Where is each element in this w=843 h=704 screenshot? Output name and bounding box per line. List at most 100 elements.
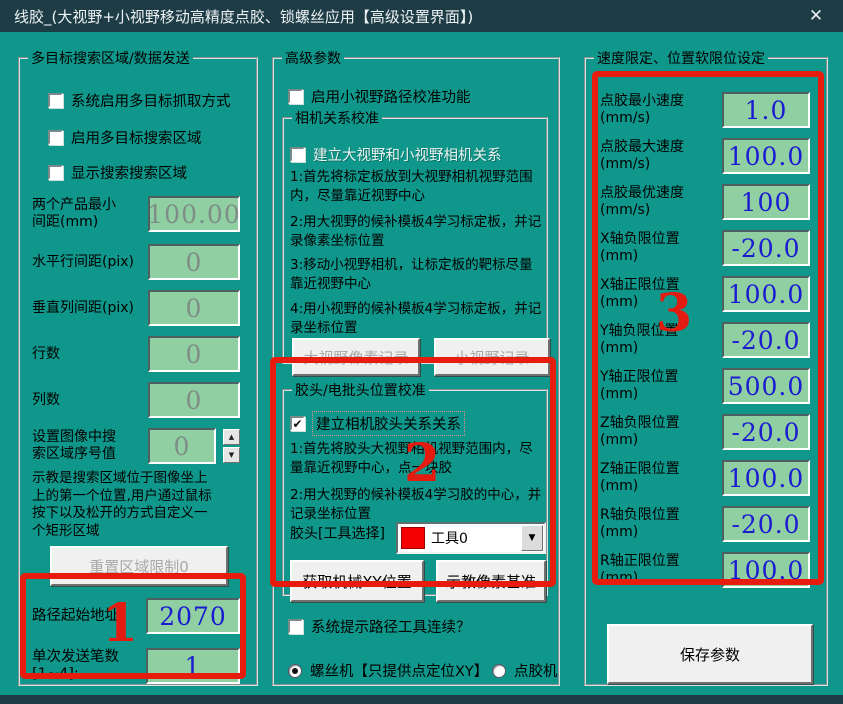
param-label: Y轴负限位置 (mm) bbox=[600, 323, 722, 357]
h-row-spacing-field[interactable]: 0 bbox=[148, 244, 240, 280]
checkbox-row: ✔ 建立相机胶头关系关系 bbox=[290, 412, 464, 435]
group-multi-target-search: 多目标搜索区域/数据发送 系统启用多目标抓取方式 启用多目标搜索区域 显示搜索搜… bbox=[18, 48, 258, 686]
check-icon: ✔ bbox=[292, 418, 302, 430]
z-neg-limit-field[interactable]: -20.0 bbox=[722, 414, 810, 450]
radio-screw-machine[interactable] bbox=[288, 664, 302, 678]
param-row: Y轴负限位置 (mm) -20.0 bbox=[600, 322, 810, 358]
radio-row: 螺丝机【只提供点定位XY】 bbox=[288, 660, 488, 681]
param-label: X轴负限位置 (mm) bbox=[600, 231, 722, 265]
param-label: Y轴正限位置 (mm) bbox=[600, 369, 722, 403]
checkbox-row: 建立大视野和小视野相机关系 bbox=[290, 144, 502, 165]
group-camera-calibration: 相机关系校准 建立大视野和小视野相机关系 1:首先将标定板放到大视野相机视野范围… bbox=[282, 108, 548, 364]
checkbox-show-search-area[interactable] bbox=[48, 165, 63, 180]
spinner-down-button[interactable]: ▼ bbox=[223, 447, 240, 463]
field-value: 100.00 bbox=[147, 200, 240, 229]
tool-color-swatch bbox=[401, 527, 425, 549]
min-speed-field[interactable]: 1.0 bbox=[722, 92, 810, 128]
checkbox-multi-search-area[interactable] bbox=[48, 130, 63, 145]
x-pos-limit-field[interactable]: 100.0 bbox=[722, 276, 810, 312]
min-product-distance-field[interactable]: 100.00 bbox=[148, 196, 240, 232]
field-label: 单次发送笔数 [1~4]: bbox=[32, 649, 146, 683]
group-title: 速度限定、位置软限位设定 bbox=[594, 48, 768, 68]
param-label: Z轴正限位置 (mm) bbox=[600, 461, 722, 495]
checkbox-label: 显示搜索搜索区域 bbox=[71, 162, 187, 183]
teach-area-note: 示教是搜索区域位于图像坐上 上的第一个位置,用户通过鼠标 按下以及松开的方式自定… bbox=[32, 470, 252, 540]
field-row: 垂直列间距(pix) 0 bbox=[32, 290, 240, 326]
param-row: Z轴负限位置 (mm) -20.0 bbox=[600, 414, 810, 450]
param-label: R轴正限位置 (mm) bbox=[600, 553, 722, 587]
checkbox-small-view-path-calib[interactable] bbox=[288, 89, 303, 104]
param-label: X轴正限位置 (mm) bbox=[600, 277, 722, 311]
field-row: 路径起始地址： 2070 bbox=[32, 598, 240, 634]
tool-combobox-value: 工具0 bbox=[431, 528, 521, 548]
checkbox-link-cameras[interactable] bbox=[290, 147, 305, 162]
param-label: R轴负限位置 (mm) bbox=[600, 507, 722, 541]
param-row: 点胶最优速度 (mm/s) 100 bbox=[600, 184, 810, 220]
group-title: 高级参数 bbox=[282, 48, 344, 68]
search-area-index-field[interactable]: 0 bbox=[148, 428, 216, 464]
radio-dispenser[interactable] bbox=[492, 664, 506, 678]
group-speed-position-limits: 速度限定、位置软限位设定 点胶最小速度 (mm/s) 1.0 点胶最大速度 (m… bbox=[584, 48, 828, 686]
checkbox-multi-grab[interactable] bbox=[48, 93, 63, 108]
field-value: 100.0 bbox=[728, 142, 805, 171]
combo-arrow-button[interactable]: ▼ bbox=[521, 525, 543, 551]
calib-step-1: 1:首先将标定板放到大视野相机视野范围 内，尽量靠近视野中心 bbox=[290, 168, 533, 206]
field-row: 行数 0 bbox=[32, 336, 240, 372]
field-label: 路径起始地址： bbox=[32, 608, 146, 625]
checkbox-link-camera-glue[interactable]: ✔ bbox=[290, 416, 305, 431]
param-row: 点胶最小速度 (mm/s) 1.0 bbox=[600, 92, 810, 128]
param-row: 点胶最大速度 (mm/s) 100.0 bbox=[600, 138, 810, 174]
checkbox-row: 启用多目标搜索区域 bbox=[48, 127, 202, 148]
get-machine-xy-button[interactable]: 获取机械XY位置 bbox=[290, 560, 424, 602]
r-pos-limit-field[interactable]: 100.0 bbox=[722, 552, 810, 588]
param-label: 点胶最小速度 (mm/s) bbox=[600, 93, 722, 127]
y-neg-limit-field[interactable]: -20.0 bbox=[722, 322, 810, 358]
save-params-button[interactable]: 保存参数 bbox=[607, 624, 813, 684]
col-count-field[interactable]: 0 bbox=[148, 382, 240, 418]
field-value: 100.0 bbox=[728, 280, 805, 309]
z-pos-limit-field[interactable]: 100.0 bbox=[722, 460, 810, 496]
group-title: 多目标搜索区域/数据发送 bbox=[28, 48, 193, 68]
param-label: Z轴负限位置 (mm) bbox=[600, 415, 722, 449]
field-label: 行数 bbox=[32, 346, 148, 363]
field-value: 0 bbox=[174, 432, 191, 461]
field-value: 100 bbox=[741, 188, 792, 217]
window-bottom-edge bbox=[0, 695, 843, 704]
calib-step-4: 4:用小视野的候补模板4学习标定板，并记 录坐标位置 bbox=[290, 300, 541, 338]
path-start-address-field[interactable]: 2070 bbox=[146, 598, 240, 634]
small-view-record-button[interactable]: 小视野记录 bbox=[434, 338, 550, 376]
tool-combobox[interactable]: 工具0 ▼ bbox=[396, 522, 546, 554]
param-row: Z轴正限位置 (mm) 100.0 bbox=[600, 460, 810, 496]
reset-area-limit-button[interactable]: 重置区域限制0 bbox=[50, 546, 228, 586]
checkbox-row: 启用小视野路径校准功能 bbox=[288, 86, 471, 107]
checkbox-path-tool-continuous[interactable] bbox=[288, 619, 303, 634]
x-neg-limit-field[interactable]: -20.0 bbox=[722, 230, 810, 266]
max-speed-field[interactable]: 100.0 bbox=[722, 138, 810, 174]
field-label: 水平行间距(pix) bbox=[32, 254, 148, 271]
checkbox-label: 启用多目标搜索区域 bbox=[71, 127, 202, 148]
r-neg-limit-field[interactable]: -20.0 bbox=[722, 506, 810, 542]
field-row: 设置图像中搜 索区域序号值 0 bbox=[32, 428, 216, 464]
checkbox-row: 系统启用多目标抓取方式 bbox=[48, 90, 231, 111]
row-count-field[interactable]: 0 bbox=[148, 336, 240, 372]
optimal-speed-field[interactable]: 100 bbox=[722, 184, 810, 220]
spinner-up-button[interactable]: ▲ bbox=[223, 429, 240, 445]
checkbox-row: 系统提示路径工具连续？ bbox=[288, 616, 471, 637]
big-view-pixel-record-button[interactable]: 大视野像素记录 bbox=[292, 338, 420, 376]
field-label: 垂直列间距(pix) bbox=[32, 300, 148, 317]
send-count-field[interactable]: 1 bbox=[146, 648, 240, 684]
y-pos-limit-field[interactable]: 500.0 bbox=[722, 368, 810, 404]
param-label: 点胶最大速度 (mm/s) bbox=[600, 139, 722, 173]
param-row: Y轴正限位置 (mm) 500.0 bbox=[600, 368, 810, 404]
checkbox-row: 显示搜索搜索区域 bbox=[48, 162, 187, 183]
close-button[interactable]: ✕ bbox=[803, 3, 829, 29]
v-col-spacing-field[interactable]: 0 bbox=[148, 290, 240, 326]
glue-step-2: 2:用大视野的候补模板4学习胶的中心，并 记录坐标位置 bbox=[290, 486, 541, 524]
field-value: 1.0 bbox=[745, 96, 788, 125]
teach-pixel-ref-button[interactable]: 示教像素基准 bbox=[436, 560, 546, 602]
field-row: 两个产品最小 间距(mm) 100.00 bbox=[32, 196, 240, 232]
window-title: 线胶_(大视野+小视野移动高精度点胶、锁螺丝应用【高级设置界面】) bbox=[14, 6, 473, 27]
field-value: -20.0 bbox=[731, 326, 800, 355]
param-label: 点胶最优速度 (mm/s) bbox=[600, 185, 722, 219]
group-glue-head-calibration: 胶头/电批头位置校准 ✔ 建立相机胶头关系关系 1:首先将胶头大视野相机视野范围… bbox=[282, 380, 548, 596]
